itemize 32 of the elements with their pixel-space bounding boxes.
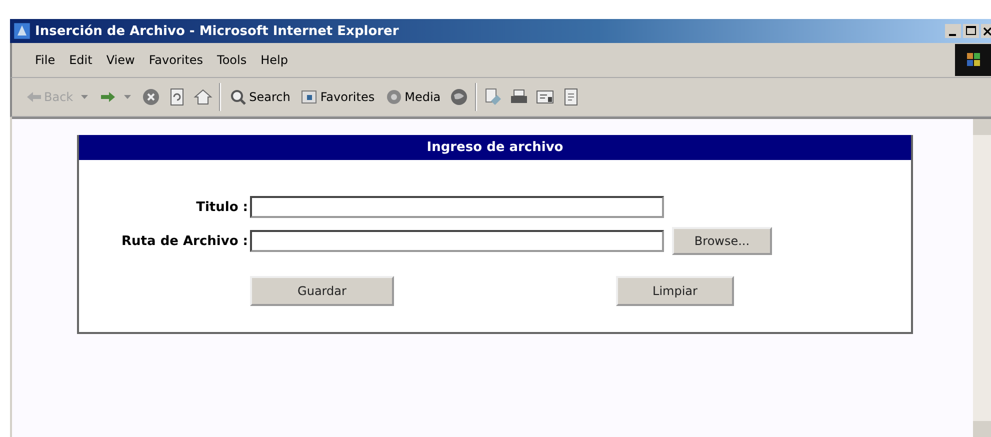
mail-icon[interactable] — [482, 87, 503, 107]
menu-item[interactable]: Help — [254, 51, 295, 69]
maximize-icon[interactable] — [963, 24, 979, 38]
menu-item[interactable]: File — [28, 51, 62, 69]
home-icon[interactable] — [193, 87, 214, 107]
favorites-button[interactable]: Favorites — [298, 88, 377, 106]
globe-icon[interactable] — [448, 87, 469, 107]
field-label: Ruta de Archivo : — [120, 234, 249, 248]
menu-item[interactable]: Edit — [62, 51, 100, 69]
stop-icon[interactable] — [141, 87, 162, 107]
browser-icon — [13, 22, 31, 40]
search-button[interactable]: Search — [227, 88, 292, 106]
minimize-icon[interactable] — [945, 24, 961, 38]
clear-button[interactable]: Limpiar — [616, 276, 734, 306]
scrollbar[interactable] — [973, 119, 991, 437]
disc-icon — [384, 88, 403, 106]
field-label: Titulo : — [195, 200, 249, 214]
save-button[interactable]: Guardar — [250, 276, 394, 306]
input-field[interactable] — [250, 196, 664, 218]
file-path-field[interactable] — [250, 230, 664, 252]
browse-button[interactable]: Browse... — [672, 227, 772, 255]
arrow-icon — [100, 91, 116, 103]
menu-item[interactable]: View — [99, 51, 142, 69]
window-title: Inserción de Archivo - Microsoft Internet Explorer — [35, 24, 399, 38]
search-icon — [229, 88, 248, 106]
form-title: Ingreso de archivo — [79, 135, 911, 160]
menu-item[interactable]: Tools — [210, 51, 254, 69]
media-button[interactable]: Media — [382, 88, 443, 106]
menu-item[interactable]: Favorites — [142, 51, 210, 69]
close-icon[interactable] — [981, 24, 991, 38]
arrow-icon — [26, 91, 42, 103]
windows-logo-icon — [955, 44, 991, 76]
